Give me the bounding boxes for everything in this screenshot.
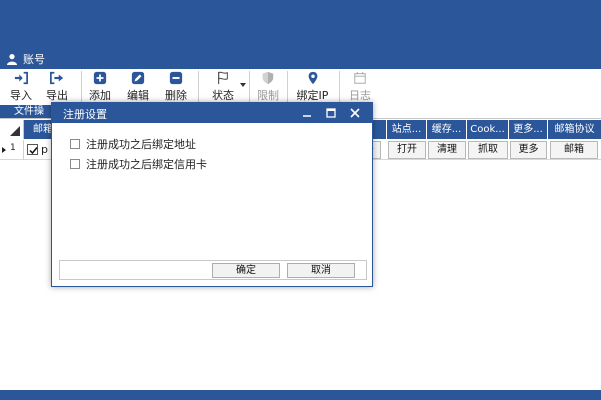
cancel-button[interactable]: 取消 xyxy=(287,263,355,278)
export-icon xyxy=(50,71,64,85)
row-number: 1 xyxy=(10,143,16,153)
import-button[interactable]: 导入 xyxy=(7,71,35,103)
column-header-email-protocol[interactable]: 邮箱协议 xyxy=(548,120,601,139)
edit-button[interactable]: 编辑 xyxy=(124,71,152,103)
edit-icon xyxy=(131,71,145,85)
maximize-icon[interactable] xyxy=(324,106,338,120)
limit-button[interactable]: 限制 xyxy=(253,71,283,103)
ribbon-separator xyxy=(81,71,82,103)
column-header-cache[interactable]: 缓存... xyxy=(427,120,467,139)
bind-address-label: 注册成功之后绑定地址 xyxy=(86,138,196,151)
bind-ip-button[interactable]: 绑定IP xyxy=(290,71,335,103)
delete-icon xyxy=(169,71,183,85)
ok-button[interactable]: 确定 xyxy=(212,263,280,278)
minimize-icon[interactable] xyxy=(300,106,314,120)
ribbon-separator xyxy=(339,71,340,103)
calendar-icon xyxy=(354,71,366,84)
status-bar xyxy=(0,390,601,400)
shield-icon xyxy=(262,71,274,85)
status-button[interactable]: 状态 xyxy=(208,71,238,103)
ribbon-separator xyxy=(198,71,199,103)
export-button[interactable]: 导出 xyxy=(43,71,71,103)
email-button[interactable]: 邮箱 xyxy=(550,141,598,159)
column-header-cookie[interactable]: Cook... xyxy=(467,120,509,139)
bind-address-option[interactable]: 注册成功之后绑定地址 xyxy=(70,137,196,151)
location-pin-icon xyxy=(308,71,317,85)
window-title: 账号 xyxy=(6,50,45,68)
ribbon-separator xyxy=(287,71,288,103)
clear-cache-button[interactable]: 清理 xyxy=(428,141,466,159)
checkmark-icon xyxy=(29,147,38,155)
current-row-icon xyxy=(2,147,6,153)
log-button[interactable]: 日志 xyxy=(345,71,375,103)
row-selector[interactable]: 1 xyxy=(0,140,24,160)
user-icon xyxy=(7,54,17,65)
title-bar xyxy=(0,0,601,69)
delete-button[interactable]: 删除 xyxy=(162,71,190,103)
grab-cookie-button[interactable]: 抓取 xyxy=(468,141,508,159)
more-button[interactable]: 更多 xyxy=(510,141,547,159)
chevron-down-icon[interactable] xyxy=(240,83,246,87)
open-site-button[interactable]: 打开 xyxy=(388,141,426,159)
add-icon xyxy=(93,71,107,85)
row-email: p xyxy=(41,143,48,156)
dialog-title-bar[interactable]: 注册设置 xyxy=(52,103,372,123)
grid-corner[interactable] xyxy=(0,120,24,139)
bind-credit-card-label: 注册成功之后绑定信用卡 xyxy=(86,158,207,171)
registration-settings-dialog: 注册设置 注册成功之后绑定地址 注册成功之后绑定信用卡 确定 取消 xyxy=(51,102,373,287)
column-header-more[interactable]: 更多... xyxy=(509,120,548,139)
close-icon[interactable] xyxy=(348,106,362,120)
row-checkbox[interactable] xyxy=(27,144,38,155)
column-header-site[interactable]: 站点... xyxy=(387,120,427,139)
add-button[interactable]: 添加 xyxy=(86,71,114,103)
bind-address-checkbox[interactable] xyxy=(70,139,80,149)
ribbon-separator xyxy=(249,71,250,103)
window-title-text: 账号 xyxy=(23,53,45,66)
bind-credit-card-option[interactable]: 注册成功之后绑定信用卡 xyxy=(70,157,207,171)
import-icon xyxy=(14,71,28,85)
bind-credit-card-checkbox[interactable] xyxy=(70,159,80,169)
dialog-title: 注册设置 xyxy=(63,108,107,121)
dialog-button-bar: 确定 取消 xyxy=(59,260,367,280)
flag-icon xyxy=(218,71,228,85)
